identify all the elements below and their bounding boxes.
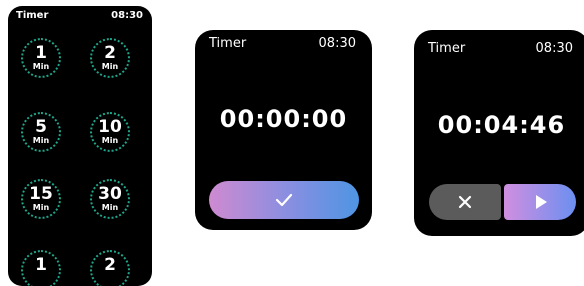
preset-15-min-button[interactable]: 15 Min bbox=[21, 179, 61, 219]
preset-unit: Min bbox=[32, 62, 50, 71]
timer-presets-screen: Timer 08:30 1 Min 2 Min 5 Min 10 Min 15 … bbox=[8, 6, 152, 286]
status-bar: Timer 08:30 bbox=[414, 30, 584, 56]
check-icon bbox=[275, 193, 293, 207]
preset-value: 2 bbox=[104, 255, 116, 275]
app-title: Timer bbox=[16, 10, 49, 21]
cancel-button[interactable] bbox=[429, 184, 501, 220]
preset-value: 15 bbox=[29, 184, 53, 204]
preset-unit: Min bbox=[101, 203, 119, 212]
preset-2-hour-button[interactable]: 2 bbox=[90, 250, 130, 286]
app-title: Timer bbox=[209, 36, 247, 51]
close-icon bbox=[458, 195, 472, 209]
preset-value: 1 bbox=[35, 255, 47, 275]
timer-display[interactable]: 00:00:00 bbox=[195, 105, 372, 133]
preset-value: 1 bbox=[35, 43, 47, 63]
play-button[interactable] bbox=[504, 184, 576, 220]
status-clock: 08:30 bbox=[318, 36, 356, 51]
play-icon bbox=[536, 195, 547, 209]
preset-1-hour-button[interactable]: 1 bbox=[21, 250, 61, 286]
timer-running-screen: Timer 08:30 00:04:46 bbox=[414, 30, 584, 236]
status-clock: 08:30 bbox=[111, 10, 143, 21]
preset-value: 5 bbox=[35, 117, 47, 137]
status-clock: 08:30 bbox=[535, 41, 573, 56]
preset-30-min-button[interactable]: 30 Min bbox=[90, 179, 130, 219]
timer-countdown: 00:04:46 bbox=[437, 111, 566, 139]
preset-unit: Min bbox=[101, 62, 119, 71]
preset-2-min-button[interactable]: 2 Min bbox=[90, 38, 130, 78]
preset-unit: Min bbox=[101, 136, 119, 145]
timer-set-screen: Timer 08:30 00:00:00 bbox=[195, 30, 372, 230]
preset-unit: Min bbox=[32, 136, 50, 145]
preset-unit: Min bbox=[32, 203, 50, 212]
preset-1-min-button[interactable]: 1 Min bbox=[21, 38, 61, 78]
preset-5-min-button[interactable]: 5 Min bbox=[21, 112, 61, 152]
status-bar: Timer 08:30 bbox=[195, 30, 372, 52]
preset-value: 30 bbox=[98, 184, 122, 204]
confirm-button[interactable] bbox=[209, 181, 359, 219]
preset-value: 2 bbox=[104, 43, 116, 63]
preset-value: 10 bbox=[98, 117, 122, 137]
preset-10-min-button[interactable]: 10 Min bbox=[90, 112, 130, 152]
status-bar: Timer 08:30 bbox=[8, 6, 152, 28]
app-title: Timer bbox=[428, 41, 466, 56]
